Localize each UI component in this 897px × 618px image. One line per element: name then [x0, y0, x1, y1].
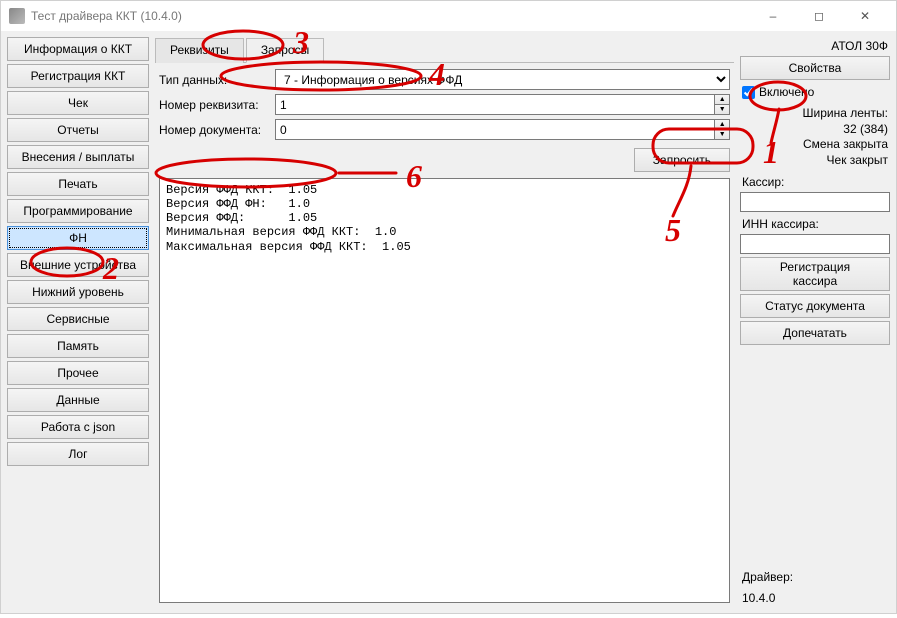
document-label: Номер документа: — [159, 123, 269, 137]
nav-данные[interactable]: Данные — [7, 388, 149, 412]
tab-bar: РеквизитыЗапросы — [155, 37, 734, 63]
nav-лог[interactable]: Лог — [7, 442, 149, 466]
document-input[interactable] — [275, 119, 714, 140]
cashier-input[interactable] — [740, 192, 890, 212]
log-output: Версия ФФД ККТ: 1.05 Версия ФФД ФН: 1.0 … — [159, 178, 730, 603]
nav-работа-с-json[interactable]: Работа с json — [7, 415, 149, 439]
cashier-label: Кассир: — [740, 173, 890, 189]
document-stepper[interactable]: ▲▼ — [714, 119, 730, 140]
titlebar: Тест драйвера ККТ (10.4.0) – ◻ ✕ — [1, 1, 896, 31]
nav-чек[interactable]: Чек — [7, 91, 149, 115]
right-panel: АТОЛ 30Ф Свойства Включено Ширина ленты:… — [740, 37, 890, 607]
tab-запросы[interactable]: Запросы — [246, 38, 324, 63]
close-button[interactable]: ✕ — [842, 1, 888, 31]
window-title: Тест драйвера ККТ (10.4.0) — [31, 9, 750, 23]
tape-width-label: Ширина ленты: — [742, 106, 888, 122]
nav-внесения-выплаты[interactable]: Внесения / выплаты — [7, 145, 149, 169]
nav-отчеты[interactable]: Отчеты — [7, 118, 149, 142]
driver-label: Драйвер: — [740, 568, 890, 586]
reprint-button[interactable]: Допечатать — [740, 321, 890, 345]
minimize-button[interactable]: – — [750, 1, 796, 31]
inn-input[interactable] — [740, 234, 890, 254]
data-type-select[interactable]: 7 - Информация о версиях ФФД — [275, 69, 730, 90]
inn-label: ИНН кассира: — [740, 215, 890, 231]
main-panel: РеквизитыЗапросы Тип данных: 7 - Информа… — [155, 37, 734, 607]
nav-нижний-уровень[interactable]: Нижний уровень — [7, 280, 149, 304]
nav-память[interactable]: Память — [7, 334, 149, 358]
nav-прочее[interactable]: Прочее — [7, 361, 149, 385]
cheque-status: Чек закрыт — [742, 153, 888, 169]
tab-реквизиты[interactable]: Реквизиты — [155, 38, 244, 63]
enabled-checkbox[interactable] — [742, 86, 755, 99]
nav-фн[interactable]: ФН — [7, 226, 149, 250]
shift-status: Смена закрыта — [742, 137, 888, 153]
request-button[interactable]: Запросить — [634, 148, 730, 172]
nav-сервисные[interactable]: Сервисные — [7, 307, 149, 331]
nav-информация-о-ккт[interactable]: Информация о ККТ — [7, 37, 149, 61]
type-label: Тип данных: — [159, 73, 269, 87]
requisite-label: Номер реквизита: — [159, 98, 269, 112]
nav-регистрация-ккт[interactable]: Регистрация ККТ — [7, 64, 149, 88]
register-cashier-button[interactable]: Регистрация кассира — [740, 257, 890, 291]
document-status-button[interactable]: Статус документа — [740, 294, 890, 318]
properties-button[interactable]: Свойства — [740, 56, 890, 80]
left-nav: Информация о ККТ Регистрация ККТ Чек Отчеты… — [7, 37, 149, 607]
requisite-stepper[interactable]: ▲▼ — [714, 94, 730, 115]
nav-программирование[interactable]: Программирование — [7, 199, 149, 223]
driver-version: 10.4.0 — [740, 589, 890, 607]
nav-внешние-устройства[interactable]: Внешние устройства — [7, 253, 149, 277]
nav-печать[interactable]: Печать — [7, 172, 149, 196]
maximize-button[interactable]: ◻ — [796, 1, 842, 31]
device-name: АТОЛ 30Ф — [740, 37, 890, 53]
app-icon — [9, 8, 25, 24]
requisite-input[interactable] — [275, 94, 714, 115]
enabled-label: Включено — [759, 85, 814, 99]
tape-width-value: 32 (384) — [742, 122, 888, 138]
